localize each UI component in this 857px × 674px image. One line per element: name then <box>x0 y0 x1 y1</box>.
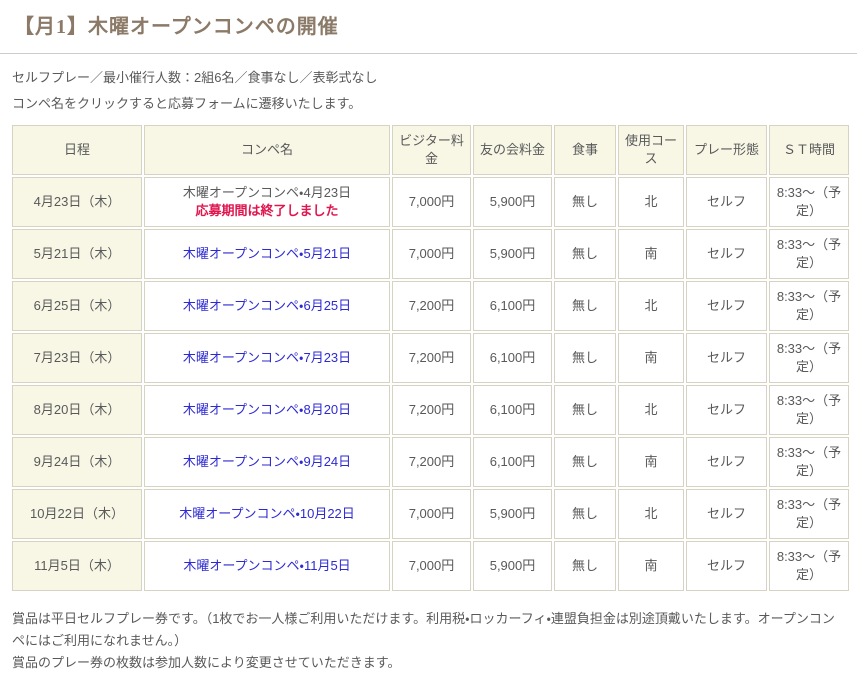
play-style-cell: セルフ <box>686 333 767 383</box>
member-fee-cell: 6,100円 <box>473 385 552 435</box>
header-cell: プレー形態 <box>686 125 767 175</box>
date-cell: 7月23日（木） <box>12 333 142 383</box>
competition-name-cell: 木曜オープンコンペ・8月20日 <box>144 385 390 435</box>
competition-link[interactable]: 木曜オープンコンペ・5月21日 <box>183 246 351 261</box>
meal-cell: 無し <box>554 333 616 383</box>
table-row: 9月24日（木） 木曜オープンコンペ・9月24日 7,200円6,100円無し南セル… <box>12 437 849 487</box>
competition-link[interactable]: 木曜オープンコンペ・8月20日 <box>183 402 351 417</box>
competition-name-cell: 木曜オープンコンペ・5月21日 <box>144 229 390 279</box>
visitor-fee-cell: 7,000円 <box>392 541 471 591</box>
course-cell: 南 <box>618 229 684 279</box>
start-time-cell: 8:33～（予定） <box>769 489 849 539</box>
header-cell: 日程 <box>12 125 142 175</box>
header-cell: ビジター料金 <box>392 125 471 175</box>
play-style-cell: セルフ <box>686 281 767 331</box>
visitor-fee-cell: 7,200円 <box>392 333 471 383</box>
visitor-fee-cell: 7,000円 <box>392 177 471 227</box>
header-cell: 食事 <box>554 125 616 175</box>
member-fee-cell: 5,900円 <box>473 489 552 539</box>
intro-text: セルフプレー／最小催行人数：2組6名／食事なし／表彰式なし コンペ名をクリックす… <box>0 54 857 110</box>
footer-note-prize: 賞品は平日セルフプレー券です。（1枚でお一人様ご利用いただけます。利用税・ロッカ… <box>12 608 845 652</box>
date-cell: 5月21日（木） <box>12 229 142 279</box>
page-title: 【月1】木曜オープンコンペの開催 <box>0 0 857 39</box>
visitor-fee-cell: 7,200円 <box>392 281 471 331</box>
header-cell: コンペ名 <box>144 125 390 175</box>
competition-schedule-table: 日程コンペ名ビジター料金友の会料金食事使用コースプレー形態ＳＴ時間 4月23日（… <box>10 123 851 593</box>
competition-name-cell: 木曜オープンコンペ・7月23日 <box>144 333 390 383</box>
play-style-cell: セルフ <box>686 437 767 487</box>
meal-cell: 無し <box>554 489 616 539</box>
competition-link[interactable]: 木曜オープンコンペ・9月24日 <box>183 454 351 469</box>
competition-link[interactable]: 木曜オープンコンペ・10月22日 <box>179 506 355 521</box>
application-closed-note: 応募期間は終了しました <box>147 202 387 220</box>
header-cell: 友の会料金 <box>473 125 552 175</box>
course-cell: 南 <box>618 437 684 487</box>
footer-notes: 賞品は平日セルフプレー券です。（1枚でお一人様ご利用いただけます。利用税・ロッカ… <box>0 593 857 674</box>
member-fee-cell: 5,900円 <box>473 541 552 591</box>
visitor-fee-cell: 7,000円 <box>392 229 471 279</box>
start-time-cell: 8:33～（予定） <box>769 437 849 487</box>
start-time-cell: 8:33～（予定） <box>769 541 849 591</box>
start-time-cell: 8:33～（予定） <box>769 229 849 279</box>
intro-line-conditions: セルフプレー／最小催行人数：2組6名／食事なし／表彰式なし <box>12 71 845 84</box>
member-fee-cell: 5,900円 <box>473 229 552 279</box>
course-cell: 南 <box>618 541 684 591</box>
start-time-cell: 8:33～（予定） <box>769 281 849 331</box>
course-cell: 北 <box>618 177 684 227</box>
competition-name-cell: 木曜オープンコンペ・10月22日 <box>144 489 390 539</box>
play-style-cell: セルフ <box>686 489 767 539</box>
intro-line-instruction: コンペ名をクリックすると応募フォームに遷移いたします。 <box>12 97 845 110</box>
play-style-cell: セルフ <box>686 177 767 227</box>
table-row: 8月20日（木） 木曜オープンコンペ・8月20日 7,200円6,100円無し北セル… <box>12 385 849 435</box>
table-body: 4月23日（木）木曜オープンコンペ・4月23日応募期間は終了しました7,000円… <box>12 177 849 591</box>
meal-cell: 無し <box>554 437 616 487</box>
start-time-cell: 8:33～（予定） <box>769 333 849 383</box>
date-cell: 8月20日（木） <box>12 385 142 435</box>
competition-name-cell: 木曜オープンコンペ・6月25日 <box>144 281 390 331</box>
member-fee-cell: 6,100円 <box>473 333 552 383</box>
course-cell: 南 <box>618 333 684 383</box>
meal-cell: 無し <box>554 281 616 331</box>
course-cell: 北 <box>618 489 684 539</box>
meal-cell: 無し <box>554 177 616 227</box>
competition-name: 木曜オープンコンペ・4月23日 <box>147 184 387 202</box>
table-row: 7月23日（木） 木曜オープンコンペ・7月23日 7,200円6,100円無し南セル… <box>12 333 849 383</box>
course-cell: 北 <box>618 385 684 435</box>
competition-link[interactable]: 木曜オープンコンペ・7月23日 <box>183 350 351 365</box>
table-row: 11月5日（木） 木曜オープンコンペ・11月5日 7,000円5,900円無し南セル… <box>12 541 849 591</box>
meal-cell: 無し <box>554 541 616 591</box>
date-cell: 4月23日（木） <box>12 177 142 227</box>
meal-cell: 無し <box>554 385 616 435</box>
header-row: 日程コンペ名ビジター料金友の会料金食事使用コースプレー形態ＳＴ時間 <box>12 125 849 175</box>
start-time-cell: 8:33～（予定） <box>769 385 849 435</box>
date-cell: 6月25日（木） <box>12 281 142 331</box>
competition-name-cell: 木曜オープンコンペ・4月23日応募期間は終了しました <box>144 177 390 227</box>
table-row: 6月25日（木） 木曜オープンコンペ・6月25日 7,200円6,100円無し北セル… <box>12 281 849 331</box>
visitor-fee-cell: 7,200円 <box>392 385 471 435</box>
visitor-fee-cell: 7,200円 <box>392 437 471 487</box>
start-time-cell: 8:33～（予定） <box>769 177 849 227</box>
play-style-cell: セルフ <box>686 229 767 279</box>
visitor-fee-cell: 7,000円 <box>392 489 471 539</box>
table-row: 5月21日（木） 木曜オープンコンペ・5月21日 7,000円5,900円無し南セル… <box>12 229 849 279</box>
competition-link[interactable]: 木曜オープンコンペ・6月25日 <box>183 298 351 313</box>
header-cell: ＳＴ時間 <box>769 125 849 175</box>
member-fee-cell: 6,100円 <box>473 437 552 487</box>
member-fee-cell: 5,900円 <box>473 177 552 227</box>
competition-name-cell: 木曜オープンコンペ・9月24日 <box>144 437 390 487</box>
member-fee-cell: 6,100円 <box>473 281 552 331</box>
play-style-cell: セルフ <box>686 385 767 435</box>
header-cell: 使用コース <box>618 125 684 175</box>
date-cell: 9月24日（木） <box>12 437 142 487</box>
play-style-cell: セルフ <box>686 541 767 591</box>
footer-note-ticket-count: 賞品のプレー券の枚数は参加人数により変更させていただきます。 <box>12 652 845 674</box>
date-cell: 11月5日（木） <box>12 541 142 591</box>
table-row: 10月22日（木） 木曜オープンコンペ・10月22日 7,000円5,900円無し北… <box>12 489 849 539</box>
competition-name-cell: 木曜オープンコンペ・11月5日 <box>144 541 390 591</box>
table-row: 4月23日（木）木曜オープンコンペ・4月23日応募期間は終了しました7,000円… <box>12 177 849 227</box>
date-cell: 10月22日（木） <box>12 489 142 539</box>
course-cell: 北 <box>618 281 684 331</box>
meal-cell: 無し <box>554 229 616 279</box>
competition-link[interactable]: 木曜オープンコンペ・11月5日 <box>183 558 350 573</box>
